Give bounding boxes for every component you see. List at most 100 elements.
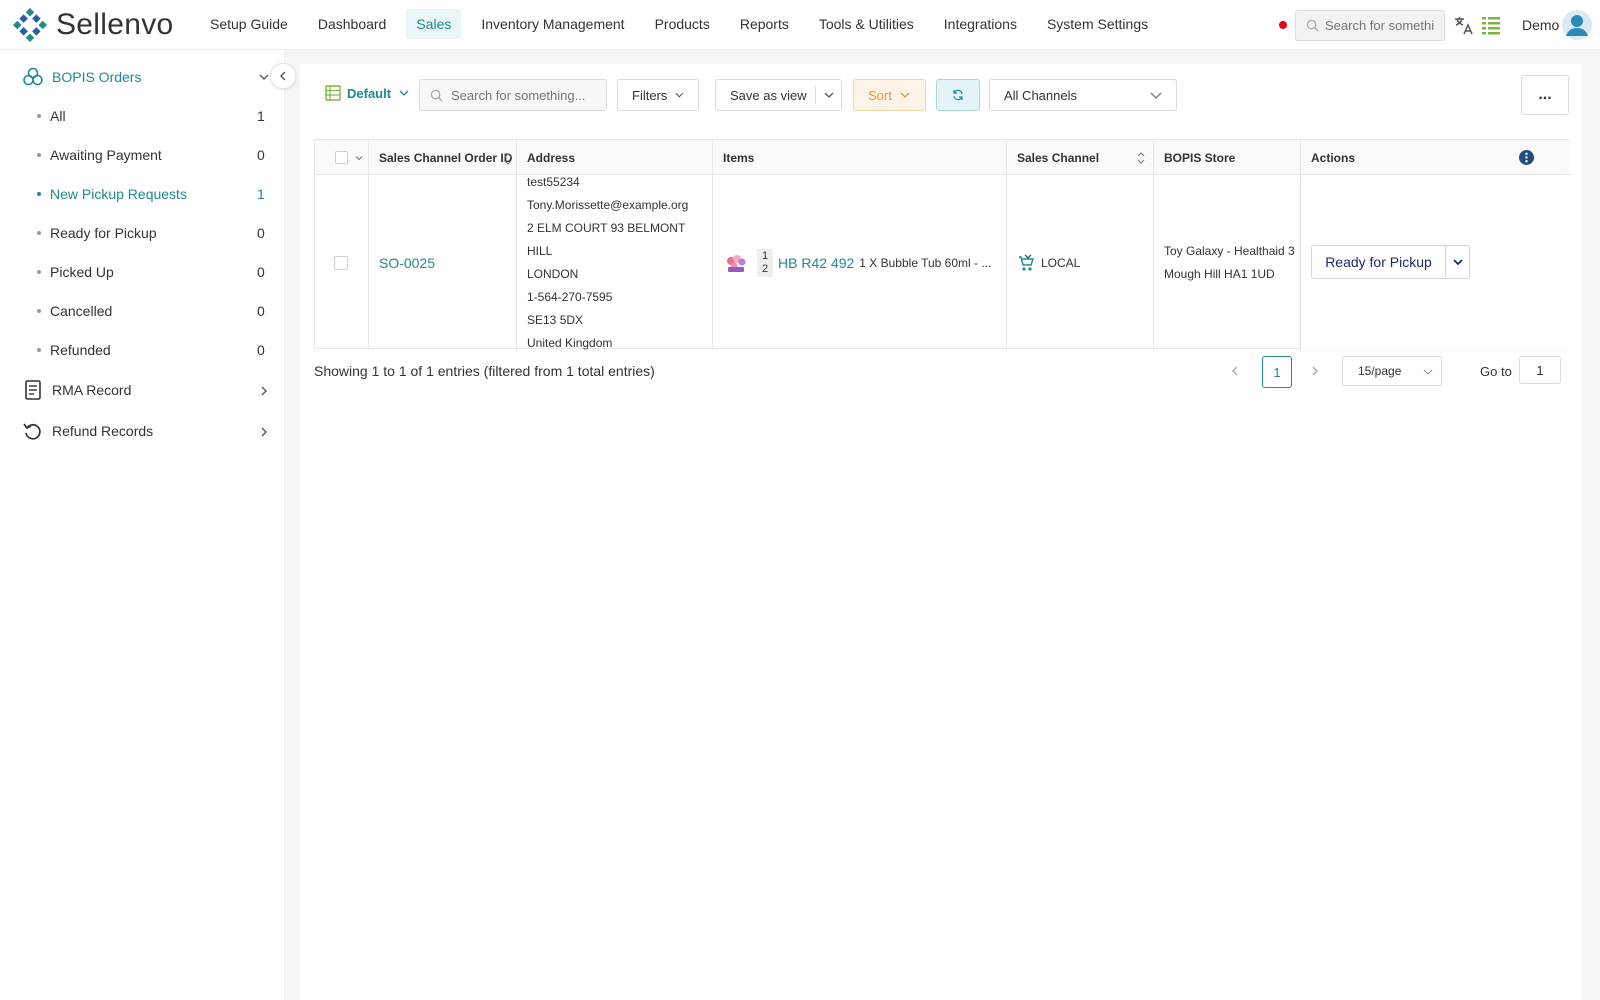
nav-tools-utilities[interactable]: Tools & Utilities [809,9,924,39]
filters-button[interactable]: Filters [617,79,699,111]
order-id-link[interactable]: SO-0025 [379,255,435,271]
sidebar-item-label: Cancelled [50,303,113,319]
chevron-down-icon[interactable] [355,154,363,162]
address-country: United Kingdom [527,335,613,350]
sidebar-item-awaiting-payment[interactable]: Awaiting Payment 0 [0,137,285,173]
sales-channel-cell: LOCAL [1007,175,1154,350]
search-icon [1306,19,1319,32]
save-as-view-button[interactable]: Save as view [715,79,842,111]
bopis-store-cell: Toy Galaxy - Healthaid 3 Mough Hill HA1 … [1154,175,1301,350]
user-name[interactable]: Demo [1522,17,1559,33]
page-number-button[interactable]: 1 [1262,356,1292,388]
nav-reports[interactable]: Reports [730,9,799,39]
sidebar-item-label: Awaiting Payment [50,147,162,163]
sort-button[interactable]: Sort [853,79,926,111]
select-all-header [315,140,369,175]
sidebar-item-cancelled[interactable]: Cancelled 0 [0,293,285,329]
select-all-checkbox[interactable] [335,151,348,164]
column-header-label: Sales Channel Order ID [379,150,513,165]
collapse-sidebar-button[interactable] [270,63,296,89]
bullet-icon [37,270,41,274]
channel-select[interactable]: All Channels [989,79,1177,111]
nav-inventory-management[interactable]: Inventory Management [471,9,634,39]
sidebar-item-label: New Pickup Requests [50,186,187,202]
row-checkbox[interactable] [334,255,348,270]
chevron-down-icon [675,92,684,98]
toolbar: Default Filters Save as view Sort [300,64,1582,124]
address-city: LONDON [527,266,579,281]
global-search-input[interactable] [1325,18,1435,33]
sidebar-item-all[interactable]: All 1 [0,98,285,134]
nav-dashboard[interactable]: Dashboard [308,9,397,39]
sidebar-group-rma-record[interactable]: RMA Record [0,372,285,408]
view-selector[interactable]: Default [325,85,409,101]
column-layout-icon[interactable] [1480,14,1502,36]
sidebar-item-new-pickup-requests[interactable]: New Pickup Requests 1 [0,176,285,212]
page-size-value: 15/page [1358,364,1402,378]
sidebar-item-count: 0 [257,225,265,241]
bullet-icon [37,192,41,196]
entries-summary: Showing 1 to 1 of 1 entries (filtered fr… [314,363,655,379]
column-header-label: BOPIS Store [1164,150,1236,165]
items-cell: 1 2 HB R42 492 1 X Bubble Tub 60ml - ... [713,175,1007,350]
column-settings-icon[interactable] [1519,150,1534,165]
table-search[interactable] [419,79,607,111]
channel-select-value: All Channels [1004,87,1077,103]
brand[interactable]: Sellenvo [12,6,173,44]
sidebar-group-label: Refund Records [52,423,154,439]
brand-name: Sellenvo [56,8,174,41]
top-right-tools: Demo [1255,0,1600,50]
sort-arrows-icon[interactable] [1136,151,1146,165]
bopis-store-name: Toy Galaxy - Healthaid 3 Mough Hill HA1 … [1164,243,1295,281]
view-label: Default [347,85,392,101]
sidebar-group-refund-records[interactable]: Refund Records [0,413,285,449]
item-sku-link[interactable]: HB R42 492 [778,255,854,271]
sidebar-item-ready-for-pickup[interactable]: Ready for Pickup 0 [0,215,285,251]
goto-page-input[interactable] [1519,356,1561,384]
column-header-sales-channel[interactable]: Sales Channel [1007,140,1154,175]
refresh-button[interactable] [936,79,980,111]
item-description: 1 X Bubble Tub 60ml - ... [859,255,992,270]
column-header-order-id[interactable]: Sales Channel Order ID [369,140,517,175]
table-search-input[interactable] [451,87,601,103]
main-content: Default Filters Save as view Sort [300,64,1582,1000]
nav-setup-guide[interactable]: Setup Guide [200,9,298,39]
refresh-icon [953,89,963,101]
next-page-icon[interactable] [1308,364,1322,378]
nav-integrations[interactable]: Integrations [934,9,1027,39]
chevron-down-icon [399,90,409,96]
sort-arrows-icon[interactable] [503,152,513,166]
nav-sales[interactable]: Sales [406,9,462,39]
product-thumbnail-icon[interactable] [723,252,749,274]
bopis-icon [23,67,43,86]
chevron-down-icon [1150,92,1162,99]
goto-label: Go to [1480,364,1512,379]
column-header-items: Items [713,140,1007,175]
previous-page-icon[interactable] [1228,364,1242,378]
chevron-down-icon[interactable] [824,90,834,100]
order-id-cell: SO-0025 [369,175,517,350]
nav-products[interactable]: Products [645,9,720,39]
page-size-select[interactable]: 15/page [1342,356,1442,386]
action-menu-dropdown[interactable] [1446,245,1470,279]
column-header-address: Address [517,140,713,175]
sidebar-item-refunded[interactable]: Refunded 0 [0,332,285,368]
sidebar-group-bopis-orders[interactable]: BOPIS Orders [0,59,285,95]
bullet-icon [37,309,41,313]
ready-for-pickup-button[interactable]: Ready for Pickup [1311,245,1446,279]
chevron-down-icon [1423,369,1433,375]
document-icon [25,380,41,400]
table-header: Sales Channel Order ID Address Items Sal… [315,140,1571,175]
sidebar-item-picked-up[interactable]: Picked Up 0 [0,254,285,290]
more-options-button[interactable]: ... [1521,75,1569,115]
save-as-view-label: Save as view [730,87,807,103]
nav-system-settings[interactable]: System Settings [1037,9,1158,39]
avatar-icon[interactable] [1562,10,1592,40]
global-search[interactable] [1295,10,1445,41]
chevron-left-icon [280,71,286,81]
bullet-icon [37,114,41,118]
translate-icon[interactable] [1453,14,1475,36]
sidebar-item-count: 1 [257,186,265,202]
sidebar-item-count: 0 [257,264,265,280]
sidebar: BOPIS Orders All 1 Awaiting Payment 0 Ne… [0,50,285,1000]
